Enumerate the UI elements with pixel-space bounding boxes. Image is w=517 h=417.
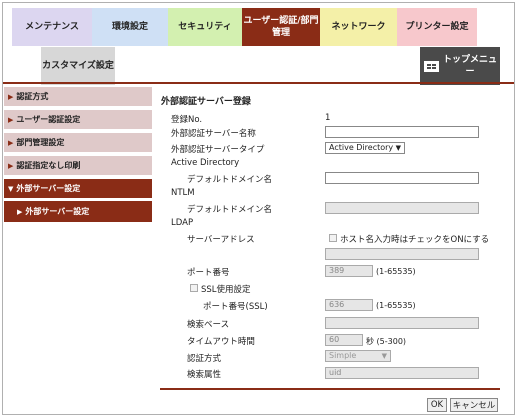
footer-divider [160,388,500,390]
chevron-right-icon: ▶ [17,207,23,216]
auth-method-select[interactable]: Simple ▼ [325,350,391,362]
tab-environment-label: 環境設定 [111,21,148,32]
chevron-down-icon: ▼ [395,144,401,152]
chevron-right-icon: ▶ [8,138,14,147]
chevron-right-icon: ▶ [8,92,14,101]
ssl-checkbox-label: SSL使用設定 [201,285,251,295]
top-menu-button[interactable]: トップメニュー [420,47,500,85]
search-base-input[interactable] [325,317,479,329]
search-attr-input[interactable]: uid [325,367,479,379]
tab-maintenance[interactable]: メンテナンス [12,8,92,46]
tab-printer[interactable]: プリンター設定 [397,8,477,46]
chevron-right-icon: ▶ [8,161,14,170]
timeout-unit-note: 秒 (5-300) [366,337,407,346]
tab-customize[interactable]: カスタマイズ設定 [41,47,115,85]
top-menu-line1: トップメニュ [443,54,498,65]
page-title: 外部認証サーバー登録 [161,97,251,107]
host-name-checkbox-label: ホスト名入力時はチェックをONにする [340,235,490,245]
tab-security[interactable]: セキュリティ [168,8,242,46]
port-input[interactable]: 389 [325,265,373,277]
tab-network[interactable]: ネットワーク [320,8,397,46]
cancel-button[interactable]: キャンセル [450,398,498,412]
search-base-label: 検索ベース [187,320,230,330]
tab-network-label: ネットワーク [331,21,386,32]
ad-domain-input[interactable] [325,172,479,184]
timeout-label: タイムアウト時間 [187,337,255,347]
top-menu-label: トップメニュー [443,54,497,78]
tab-customize-label: カスタマイズ設定 [42,60,114,71]
ssl-port-input[interactable]: 636 [325,299,373,311]
tab-user-auth-label: ユーザー認証/部門 管理 [243,15,318,39]
port-value: 389 [329,266,345,275]
sidebar-item-label: 認証方式 [16,92,49,101]
ssl-checkbox[interactable] [190,284,198,292]
auth-method-value: Simple [329,351,357,360]
chevron-down-icon: ▼ [381,352,387,360]
timeout-value: 60 [329,335,340,344]
auth-method-label: 認証方式 [187,354,222,364]
search-attr-label: 検索属性 [187,370,222,380]
sidebar-item-auth-method[interactable]: ▶ 認証方式 [4,87,152,108]
ssl-port-value: 636 [329,300,345,309]
server-name-label: 外部認証サーバー名称 [171,129,256,139]
tab-security-label: セキュリティ [178,21,232,32]
sidebar-item-label: 部門管理設定 [16,138,65,147]
sidebar-item-label: ユーザー認証設定 [16,115,81,124]
chevron-right-icon: ▶ [8,115,14,124]
sidebar-item-dept-mgmt[interactable]: ▶ 部門管理設定 [4,133,152,154]
tab-user-auth[interactable]: ユーザー認証/部門 管理 [242,8,320,46]
server-address-input[interactable] [325,248,479,260]
timeout-input[interactable]: 60 [325,334,363,346]
server-type-value: Active Directory [329,143,394,152]
top-menu-line2: ー [465,67,475,77]
port-range-note: (1-65535) [376,267,416,276]
reg-no-value: 1 [325,113,331,123]
server-name-input[interactable] [325,126,479,138]
ssl-port-label: ポート番号(SSL) [203,302,268,312]
main-window: メンテナンス 環境設定 セキュリティ ユーザー認証/部門 管理 ネットワーク プリ… [2,2,515,415]
tab-user-auth-line2: 管理 [271,28,290,38]
sidebar-item-user-auth[interactable]: ▶ ユーザー認証設定 [4,110,152,131]
sidebar-subitem-external-server[interactable]: ▶ 外部サーバー設定 [4,201,152,222]
host-name-checkbox[interactable] [329,234,337,242]
sidebar-item-print-no-auth[interactable]: ▶ 認証指定なし印刷 [4,156,152,177]
ntlm-domain-label: デフォルトドメイン名 [187,205,273,215]
ldap-section-label: LDAP [171,218,194,228]
server-type-label: 外部認証サーバータイプ [171,145,265,155]
tab-environment[interactable]: 環境設定 [92,8,168,46]
sidebar-subitem-label: 外部サーバー設定 [25,207,90,216]
ntlm-section-label: NTLM [171,188,195,198]
sidebar-item-external-server[interactable]: ▼ 外部サーバー設定 [4,179,152,200]
ssl-port-range-note: (1-65535) [376,301,416,310]
header-divider [3,82,514,84]
tab-maintenance-label: メンテナンス [25,21,79,32]
top-menu-icon [424,60,439,72]
reg-no-label: 登録No. [171,115,203,125]
port-label: ポート番号 [187,268,230,278]
chevron-down-icon: ▼ [8,184,14,193]
ad-section-label: Active Directory [171,158,240,168]
ad-domain-label: デフォルトドメイン名 [187,175,273,185]
tab-user-auth-line1: ユーザー認証/部門 [243,15,319,26]
sidebar-item-label: 認証指定なし印刷 [16,161,81,170]
server-type-select[interactable]: Active Directory ▼ [325,142,405,154]
ntlm-domain-input[interactable] [325,202,479,214]
search-attr-value: uid [329,368,342,377]
server-address-label: サーバーアドレス [187,235,255,245]
sidebar-item-label: 外部サーバー設定 [16,184,81,193]
ok-button[interactable]: OK [427,398,447,412]
tab-printer-label: プリンター設定 [405,21,469,32]
